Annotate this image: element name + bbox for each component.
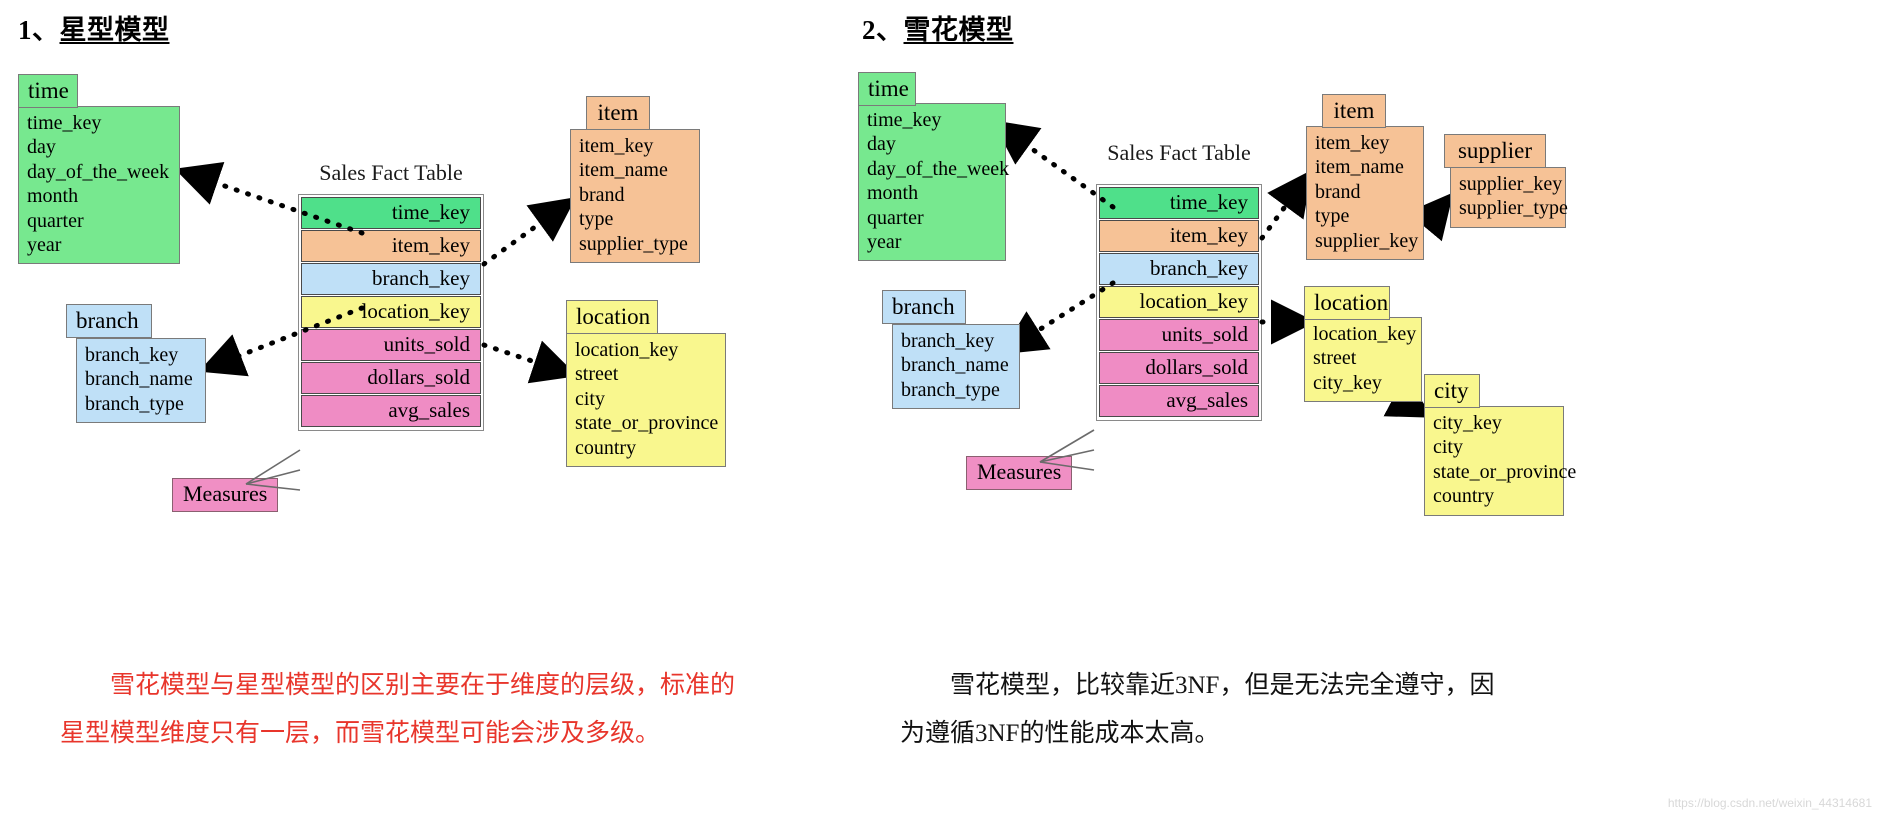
field: branch_type	[85, 392, 184, 415]
caption-star: 雪花模型与星型模型的区别主要在于维度的层级，标准的 星型模型维度只有一层，而雪花…	[60, 672, 736, 747]
page-root: 1、星型模型 2、雪花模型 time time_key day day_of_t…	[0, 0, 1884, 816]
entity-fields-item: item_key item_name brand type supplier_t…	[570, 129, 700, 263]
field: quarter	[867, 206, 924, 229]
entity-fields-time: time_key day day_of_the_week month quart…	[858, 103, 1010, 262]
fact-table-title: Sales Fact Table	[319, 160, 463, 185]
field: supplier_type	[1459, 197, 1568, 220]
entity-title-location: location	[566, 300, 658, 334]
caption-snowflake: 雪花模型，比较靠近3NF，但是无法完全遵守，因 为遵循3NF的性能成本太高。	[900, 672, 1495, 747]
entity-fields-supplier: supplier_key supplier_type	[1450, 167, 1568, 228]
link-star-item	[481, 197, 577, 267]
heading-snowflake-number: 2、	[862, 15, 904, 45]
field: quarter	[27, 209, 84, 232]
field: item_name	[1315, 156, 1404, 179]
entity-title-branch: branch	[66, 304, 152, 338]
measures-box-star: Measures	[172, 478, 279, 512]
field: supplier_key	[1459, 173, 1563, 195]
fact-row: avg_sales	[1099, 385, 1259, 417]
entity-fields-location: location_key street city_key	[1304, 317, 1422, 403]
field: day_of_the_week	[27, 160, 170, 183]
field: city_key	[1433, 412, 1502, 434]
field: city	[1433, 436, 1463, 459]
field: item_key	[579, 135, 654, 157]
fact-row: location_key	[1099, 286, 1259, 318]
entity-title-location: location	[1304, 286, 1390, 320]
field: country	[575, 436, 637, 459]
field: location_key	[575, 339, 679, 361]
field: branch_key	[901, 330, 995, 352]
fact-row: item_key	[301, 230, 481, 262]
entity-title-time: time	[18, 74, 78, 108]
field: brand	[1315, 180, 1361, 203]
heading-snowflake-text: 雪花模型	[903, 15, 1014, 45]
field: country	[1433, 485, 1495, 508]
field: street	[575, 363, 619, 386]
field: city	[575, 387, 605, 410]
fact-rows: time_key item_key branch_key location_ke…	[298, 194, 484, 431]
field: location_key	[1313, 323, 1417, 345]
field: item_name	[579, 159, 668, 182]
fact-row: time_key	[1099, 187, 1259, 219]
watermark: https://blog.csdn.net/weixin_44314681	[1667, 796, 1872, 810]
measures-box-snowflake: Measures	[966, 456, 1073, 490]
entity-title-time: time	[858, 72, 916, 106]
field: street	[1313, 347, 1357, 370]
field: supplier_type	[579, 232, 688, 255]
fact-rows: time_key item_key branch_key location_ke…	[1096, 184, 1262, 421]
field: supplier_key	[1315, 229, 1419, 252]
field: time_key	[867, 109, 942, 131]
fact-row: time_key	[301, 197, 481, 229]
entity-title-city: city	[1424, 374, 1480, 408]
field: state_or_province	[575, 412, 719, 435]
fact-row: units_sold	[1099, 319, 1259, 351]
heading-snowflake: 2、雪花模型	[862, 8, 1014, 47]
field: brand	[579, 183, 625, 206]
fact-row: dollars_sold	[301, 362, 481, 394]
entity-title-supplier: supplier	[1444, 134, 1546, 168]
fact-row: branch_key	[301, 263, 481, 295]
entity-fields-location: location_key street city state_or_provin…	[566, 333, 726, 467]
entity-fields-item: item_key item_name brand type supplier_k…	[1306, 126, 1424, 260]
field: day	[27, 136, 56, 159]
fact-row: location_key	[301, 296, 481, 328]
entity-title-item: item	[1322, 94, 1386, 128]
link-star-location	[481, 340, 578, 384]
fact-row: item_key	[1099, 220, 1259, 252]
field: day	[867, 133, 896, 156]
entity-fields-branch: branch_key branch_name branch_type	[892, 324, 1020, 410]
fact-row: avg_sales	[301, 395, 481, 427]
field: type	[579, 208, 614, 231]
field: city_key	[1313, 371, 1382, 394]
heading-star: 1、星型模型	[18, 8, 170, 47]
field: day_of_the_week	[867, 157, 1010, 180]
field: state_or_province	[1433, 460, 1577, 483]
heading-star-number: 1、	[18, 15, 60, 45]
entity-title-item: item	[586, 96, 650, 130]
field: year	[867, 230, 902, 253]
field: month	[27, 185, 79, 208]
entity-title-branch: branch	[882, 290, 966, 324]
fact-row: dollars_sold	[1099, 352, 1259, 384]
heading-star-text: 星型模型	[59, 15, 170, 45]
field: branch_key	[85, 344, 179, 366]
field: item_key	[1315, 132, 1390, 154]
field: year	[27, 233, 62, 256]
entity-fields-branch: branch_key branch_name branch_type	[76, 338, 206, 424]
field: branch_name	[85, 368, 193, 391]
field: branch_name	[901, 354, 1009, 377]
fact-table-title: Sales Fact Table	[1107, 140, 1251, 165]
field: month	[867, 182, 919, 205]
field: branch_type	[901, 378, 1000, 401]
link-snow-item	[1259, 169, 1312, 241]
field: type	[1315, 205, 1350, 228]
fact-row: branch_key	[1099, 253, 1259, 285]
entity-fields-city: city_key city state_or_province country	[1424, 406, 1577, 516]
entity-fields-time: time_key day day_of_the_week month quart…	[18, 106, 180, 265]
fact-row: units_sold	[301, 329, 481, 361]
field: time_key	[27, 112, 102, 134]
